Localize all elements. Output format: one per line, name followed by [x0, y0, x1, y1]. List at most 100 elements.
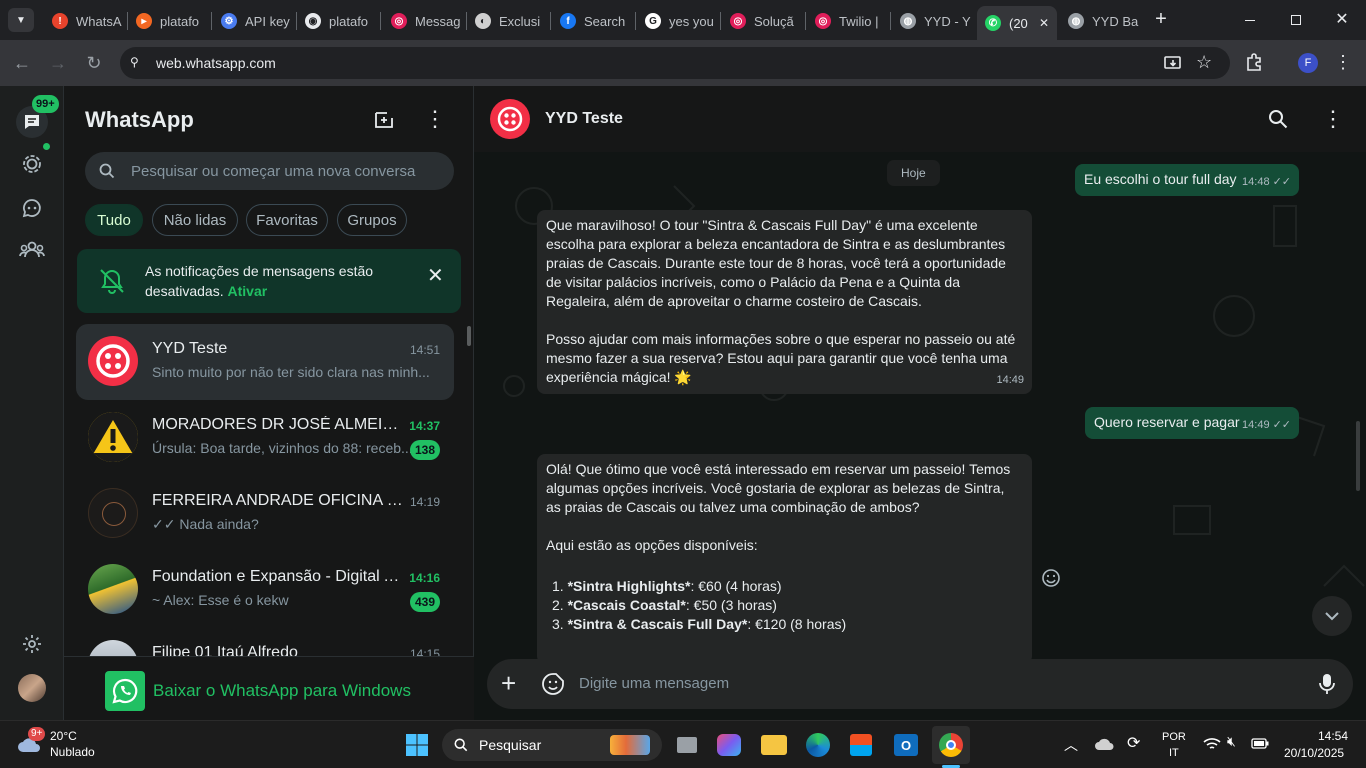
show-hidden-icons-button[interactable]: ︿	[1064, 735, 1078, 755]
contact-avatar[interactable]	[490, 99, 530, 139]
clock-time[interactable]: 14:54	[1318, 729, 1348, 743]
browser-tab[interactable]: Gyes you	[637, 8, 721, 34]
maximize-button[interactable]	[1286, 10, 1306, 30]
start-button[interactable]	[402, 730, 432, 760]
language-bottom[interactable]: IT	[1169, 747, 1179, 759]
tab-title: WhatsA	[76, 13, 122, 29]
taskbar-search[interactable]: Pesquisar	[442, 729, 662, 761]
reload-button[interactable]: ↻	[83, 52, 105, 74]
browser-tab[interactable]: ◉ platafo	[297, 8, 381, 34]
filter-tudo[interactable]: Tudo	[85, 204, 143, 236]
extensions-icon[interactable]	[1244, 52, 1264, 72]
weather-badge: 9+	[28, 727, 46, 741]
conversation-header[interactable]: YYD Teste ⋮	[474, 86, 1366, 152]
browser-tab[interactable]: ◍ YYD Ba	[1060, 8, 1144, 34]
clock-date[interactable]: 20/10/2025	[1284, 746, 1344, 760]
browser-tab[interactable]: ◍ YYD - Y	[892, 8, 976, 34]
browser-tab[interactable]: ✆ (20 ✕	[977, 6, 1057, 40]
navigation-rail: 99+	[0, 86, 64, 720]
chat-time: 14:16	[409, 571, 440, 585]
close-tab-icon[interactable]: ✕	[1039, 16, 1049, 30]
chat-scrollbar[interactable]	[1356, 421, 1360, 491]
message-input[interactable]: Digite uma mensagem	[579, 675, 729, 692]
task-view-button[interactable]	[672, 730, 702, 760]
filter-nao-lidas[interactable]: Não lidas	[152, 204, 238, 236]
sidebar-menu-button[interactable]: ⋮	[424, 106, 446, 132]
message-incoming[interactable]: Olá! Que ótimo que você está interessado…	[537, 454, 1032, 664]
back-button[interactable]: ←	[11, 52, 33, 74]
chat-avatar	[88, 336, 138, 386]
chat-list-item[interactable]: Foundation e Expansão - Digital A... 14:1…	[76, 552, 454, 628]
enable-notifications-link[interactable]: Ativar	[228, 283, 268, 299]
microphone-icon[interactable]	[1317, 672, 1337, 696]
file-explorer-app[interactable]	[759, 730, 789, 760]
install-app-icon[interactable]	[1163, 53, 1183, 73]
message-outgoing[interactable]: Eu escolhi o tour full day 14:48 ✓✓	[1075, 164, 1299, 196]
channels-nav-button[interactable]	[18, 194, 46, 222]
wifi-icon[interactable]	[1203, 737, 1221, 751]
attach-button[interactable]: +	[501, 670, 516, 696]
language-top[interactable]: POR	[1162, 731, 1186, 743]
m365-app[interactable]	[714, 730, 744, 760]
chat-list-item[interactable]: FERREIRA ANDRADE OFICINA ESP... 14:19 ✓✓ N…	[76, 476, 454, 552]
weather-widget[interactable]: 9+ 20°C Nublado	[16, 727, 126, 763]
message-incoming[interactable]: Que maravilhoso! O tour "Sintra & Cascai…	[537, 210, 1032, 394]
chat-list-scrollbar[interactable]	[467, 326, 471, 346]
edge-app[interactable]	[803, 730, 833, 760]
user-profile-avatar[interactable]	[18, 674, 46, 702]
react-emoji-button[interactable]	[1041, 568, 1061, 588]
close-notice-button[interactable]: ✕	[427, 263, 444, 288]
filter-favoritas[interactable]: Favoritas	[246, 204, 328, 236]
conversation-menu-icon[interactable]: ⋮	[1322, 106, 1344, 132]
settings-nav-button[interactable]	[18, 630, 46, 658]
minimize-button[interactable]	[1240, 10, 1260, 30]
message-paragraph: Olá! Que ótimo que você está interessado…	[546, 461, 1011, 515]
download-banner[interactable]: Baixar o WhatsApp para Windows	[64, 656, 474, 720]
outlook-app[interactable]: O	[891, 730, 921, 760]
list-number: 2.	[552, 597, 564, 613]
address-bar[interactable]: ⚲ web.whatsapp.com ☆	[120, 47, 1230, 79]
sync-icon[interactable]: ⟳	[1127, 733, 1140, 753]
browser-tab[interactable]: ◎ Messag	[383, 8, 467, 34]
chat-list-item[interactable]: MORADORES DR JOSÉ ALMEIDA 14:37 Úrsula: Bo…	[76, 400, 454, 476]
tab-favicon-icon: ◉	[305, 13, 321, 29]
browser-tab[interactable]: f Search	[552, 8, 636, 34]
browser-tab[interactable]: ⚙ API key	[213, 8, 297, 34]
search-input[interactable]: Pesquisar ou começar uma nova conversa	[85, 152, 454, 190]
scroll-to-bottom-button[interactable]	[1312, 596, 1352, 636]
search-messages-icon[interactable]	[1268, 109, 1288, 129]
browser-tab[interactable]: ◐ Exclusi	[467, 8, 551, 34]
chat-list-item[interactable]: YYD Teste 14:51 Sinto muito por não ter si…	[76, 324, 454, 400]
filter-grupos[interactable]: Grupos	[337, 204, 407, 236]
tab-search-dropdown-button[interactable]: ▼	[8, 8, 34, 32]
status-nav-button[interactable]	[18, 150, 46, 178]
close-window-button[interactable]: ✕	[1332, 8, 1352, 30]
browser-tab[interactable]: ◎ Twilio |	[807, 8, 891, 34]
browser-tab[interactable]: ◎ Soluçã	[722, 8, 806, 34]
communities-nav-button[interactable]	[18, 236, 46, 264]
forward-button[interactable]: →	[47, 52, 69, 74]
contact-name[interactable]: YYD Teste	[545, 110, 623, 128]
new-chat-button[interactable]	[372, 108, 396, 132]
browser-menu-icon[interactable]: ⋮	[1334, 52, 1352, 72]
chat-name: FERREIRA ANDRADE OFICINA ESP...	[152, 492, 404, 509]
chrome-app[interactable]	[932, 726, 970, 764]
new-tab-button[interactable]: +	[1150, 8, 1172, 30]
volume-muted-icon[interactable]: 🔇︎	[1227, 733, 1236, 750]
chat-list-panel: WhatsApp ⋮ Pesquisar ou começar uma nova…	[64, 86, 474, 720]
channels-icon	[22, 199, 41, 218]
sticker-icon[interactable]	[541, 672, 565, 696]
store-app[interactable]	[846, 730, 876, 760]
browser-tab[interactable]: ! WhatsA	[44, 8, 128, 34]
onedrive-icon[interactable]	[1094, 737, 1116, 751]
message-outgoing[interactable]: Quero reservar e pagar 14:49 ✓✓	[1085, 407, 1299, 439]
store-icon	[850, 734, 872, 756]
battery-icon[interactable]	[1251, 738, 1269, 749]
tab-separator	[890, 12, 891, 30]
app-title: WhatsApp	[85, 107, 194, 132]
profile-avatar[interactable]: F	[1298, 53, 1318, 73]
bookmark-star-icon[interactable]: ☆	[1196, 52, 1212, 73]
tab-favicon-icon: !	[52, 13, 68, 29]
browser-tab[interactable]: ▸ platafo	[128, 8, 212, 34]
site-info-icon[interactable]: ⚲	[130, 55, 146, 71]
